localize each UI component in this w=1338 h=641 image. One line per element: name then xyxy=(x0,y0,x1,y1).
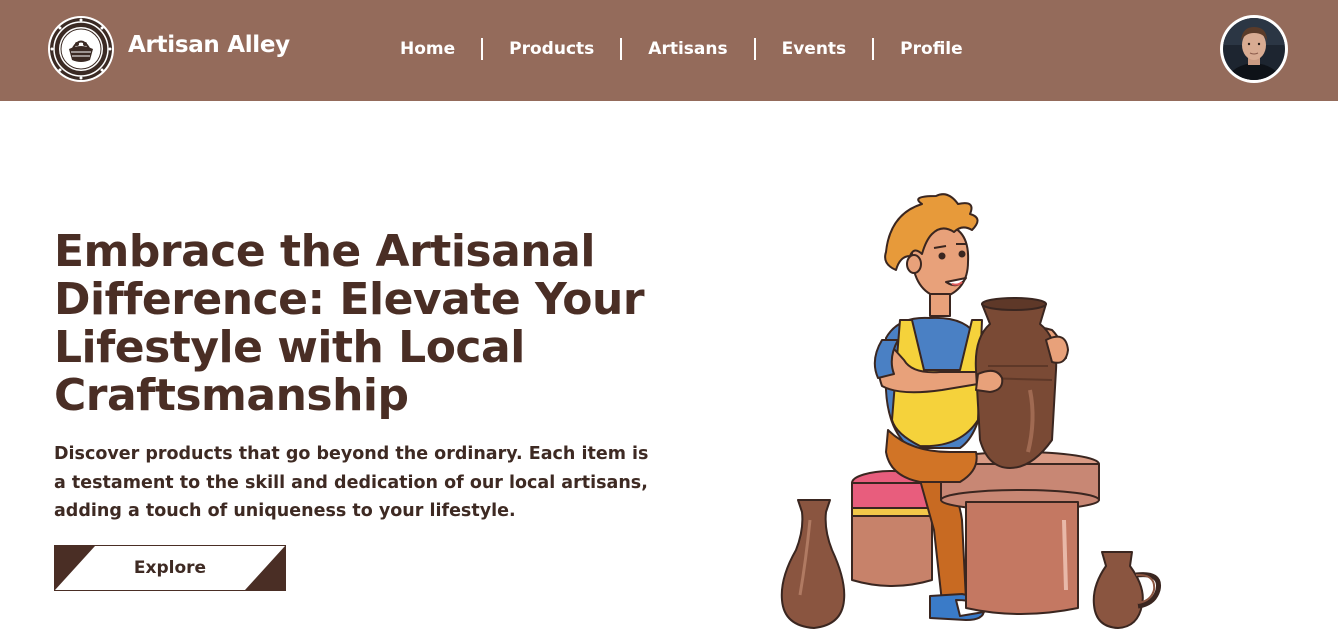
logo-icon[interactable] xyxy=(47,15,115,83)
explore-button-label[interactable]: Explore xyxy=(55,546,285,590)
user-avatar[interactable] xyxy=(1220,15,1288,83)
brand-name[interactable]: Artisan Alley xyxy=(128,32,290,58)
hero-title: Embrace the Artisanal Difference: Elevat… xyxy=(54,226,645,421)
explore-button[interactable]: Explore xyxy=(54,545,286,591)
nav-products-link[interactable]: Products xyxy=(501,39,602,59)
nav-events-link[interactable]: Events xyxy=(774,39,855,59)
nav-divider xyxy=(620,38,623,60)
potter-illustration xyxy=(770,190,1170,635)
nav-profile-link[interactable]: Profile xyxy=(892,39,970,59)
top-navbar: Artisan Alley Home Products Artisans Eve… xyxy=(0,0,1338,101)
hero-subtitle: Discover products that go beyond the ord… xyxy=(54,444,649,521)
nav-artisans-link[interactable]: Artisans xyxy=(640,39,735,59)
nav-divider xyxy=(481,38,484,60)
nav-divider xyxy=(872,38,875,60)
main-nav: Home Products Artisans Events Profile xyxy=(392,36,971,62)
nav-divider xyxy=(753,38,756,60)
nav-home-link[interactable]: Home xyxy=(392,39,463,59)
